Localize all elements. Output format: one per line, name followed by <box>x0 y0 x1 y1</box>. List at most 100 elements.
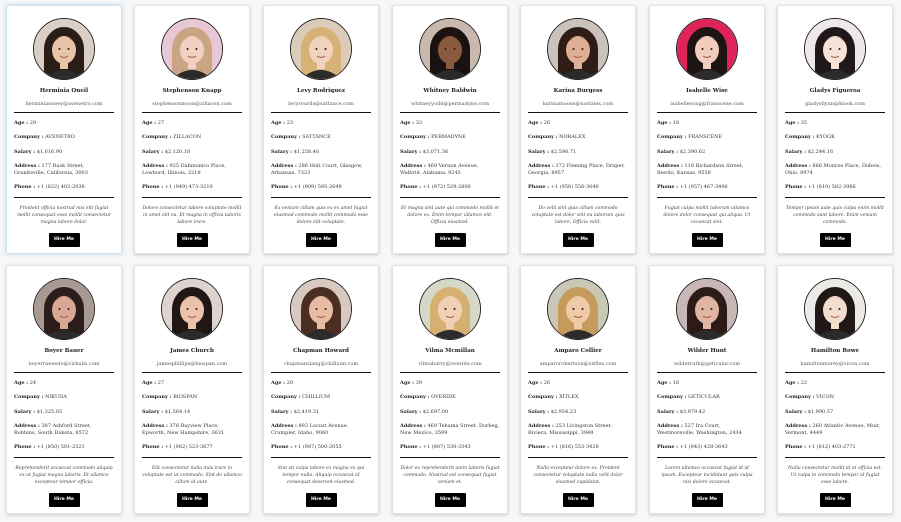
salary-row: Salary : $1,564.14 <box>142 409 242 416</box>
company-row: Company : GETICULAR <box>657 394 757 401</box>
hire-me-button[interactable]: Hire Me <box>48 232 80 247</box>
hire-me-button[interactable]: Hire Me <box>48 492 80 507</box>
profile-email[interactable]: isabellesong@franscene.com <box>657 101 757 107</box>
age-row: Age : 18 <box>657 380 757 387</box>
age-row: Age : 35 <box>785 120 885 127</box>
age-label: Age : <box>142 380 157 386</box>
profile-email[interactable]: hamiltonmorey@vicon.com <box>785 361 885 367</box>
profile-email[interactable]: wilderruth@geticular.com <box>657 361 757 367</box>
phone-row: Phone : +1 (807) 530-3343 <box>400 444 500 451</box>
divider <box>657 372 757 373</box>
hire-me-button[interactable]: Hire Me <box>434 492 466 507</box>
hire-me-button[interactable]: Hire Me <box>305 232 337 247</box>
salary-label: Salary : <box>400 148 422 155</box>
hire-me-button[interactable]: Hire Me <box>819 232 851 247</box>
profile-email[interactable]: herminiaoneey@avenetro.com <box>14 101 114 107</box>
divider <box>271 112 371 113</box>
phone-row: Phone : +1 (982) 523-3677 <box>142 444 242 451</box>
hire-me-button[interactable]: Hire Me <box>562 232 594 247</box>
salary-row: Salary : $2,244.16 <box>785 149 885 156</box>
hire-me-button[interactable]: Hire Me <box>819 492 851 507</box>
hire-me-button[interactable]: Hire Me <box>691 492 723 507</box>
company-row: Company : ZILLACON <box>142 134 242 141</box>
company-row: Company : NORALEX <box>528 134 628 141</box>
address-row: Address : 469 Tehama Street, Dorbeg, New… <box>400 423 500 438</box>
phone-row: Phone : +1 (972) 529-2800 <box>400 184 500 191</box>
address-label: Address : <box>528 162 554 169</box>
age-row: Age : 24 <box>14 380 114 387</box>
profile-name: Boyer Bauer <box>44 348 84 354</box>
profile-card-isabelle-wise: Isabelle Wise isabellesong@franscene.com… <box>649 5 765 254</box>
divider <box>657 196 757 198</box>
salary-row: Salary : $2,419.31 <box>271 409 371 416</box>
hire-me-button[interactable]: Hire Me <box>176 492 208 507</box>
profile-email[interactable]: jamesphillips@biospan.com <box>142 361 242 367</box>
profile-email[interactable]: amparorobertson@xitflex.com <box>528 361 628 367</box>
company-value: AVENETRO <box>45 134 75 141</box>
age-label: Age : <box>400 120 415 126</box>
salary-row: Salary : $2,697.00 <box>400 409 500 416</box>
hire-me-button[interactable]: Hire Me <box>691 232 723 247</box>
profile-card-boyer-bauer: Boyer Bauer boyerraneedo@cirkulls.com Ag… <box>6 265 122 514</box>
profile-email[interactable]: karinamoons@norlalex.com <box>528 101 628 107</box>
salary-label: Salary : <box>785 408 807 415</box>
company-label: Company : <box>271 394 301 401</box>
profile-email[interactable]: whitneyyodd@permadyne.com <box>400 101 500 107</box>
age-value: 35 <box>800 120 808 126</box>
avatar <box>804 18 866 80</box>
hire-me-button[interactable]: Hire Me <box>305 492 337 507</box>
hire-me-button[interactable]: Hire Me <box>434 232 466 247</box>
profile-email[interactable]: gladysflynn@klook.com <box>785 101 885 107</box>
salary-row: Salary : $2,120.18 <box>142 149 242 156</box>
age-label: Age : <box>271 380 286 386</box>
profile-card-grid: Herminia Oneil herminiaoneey@avenetro.co… <box>0 0 901 522</box>
company-label: Company : <box>785 394 815 401</box>
divider <box>785 112 885 113</box>
avatar <box>290 18 352 80</box>
divider <box>14 112 114 113</box>
salary-value: $2,598.71 <box>550 148 577 155</box>
phone-value: +1 (850) 501-2321 <box>36 444 85 451</box>
profile-email[interactable]: chapmanslang@chillium.com <box>271 361 371 367</box>
profile-email[interactable]: vilmabarry@overide.com <box>400 361 500 367</box>
company-row: Company : SATTANCE <box>271 134 371 141</box>
company-row: Company : OVERIDE <box>400 394 500 401</box>
profile-bio: Reprehenderit occaecat commodo aliquip e… <box>15 465 113 485</box>
salary-label: Salary : <box>271 148 293 155</box>
profile-email[interactable]: stephensonmoon@zillacon.com <box>142 101 242 107</box>
profile-email[interactable]: boyerraneedo@cirkulls.com <box>14 361 114 367</box>
divider <box>785 196 885 198</box>
divider <box>785 372 885 373</box>
hire-me-button[interactable]: Hire Me <box>176 232 208 247</box>
profile-bio: Dolore consectetur labore voluptate moll… <box>142 205 242 225</box>
company-row: Company : PERMADYNE <box>400 134 500 141</box>
phone-row: Phone : +1 (958) 556-3040 <box>528 184 628 191</box>
address-label: Address : <box>785 422 811 429</box>
salary-row: Salary : $2,390.62 <box>657 149 757 156</box>
avatar <box>161 18 223 80</box>
salary-value: $2,390.62 <box>679 148 706 155</box>
profile-bio: Tempor ipsum aute quis culpa enim mollit… <box>785 205 885 225</box>
company-value: SATTANCE <box>302 134 331 141</box>
profile-email[interactable]: levyrourds@sattance.com <box>271 101 371 107</box>
salary-value: $2,954.23 <box>550 408 577 415</box>
phone-value: +1 (807) 530-3343 <box>422 444 471 451</box>
phone-value: +1 (909) 595-2649 <box>293 184 342 191</box>
age-row: Age : 23 <box>271 120 371 127</box>
hire-me-button[interactable]: Hire Me <box>562 492 594 507</box>
company-label: Company : <box>400 394 430 401</box>
address-row: Address : 666 Monroe Place, Dubois, Ohio… <box>785 163 885 178</box>
salary-row: Salary : $1,616.90 <box>14 149 114 156</box>
salary-label: Salary : <box>785 148 807 155</box>
phone-value: +1 (958) 556-3040 <box>550 184 599 191</box>
profile-bio: Et magna sint aute qui commodo mollit et… <box>401 205 499 225</box>
salary-value: $2,244.16 <box>807 148 834 155</box>
profile-card-amparo-collier: Amparo Collier amparorobertson@xitflex.c… <box>520 265 636 514</box>
age-value: 22 <box>800 380 808 386</box>
profile-card-vilma-mcmillan: Vilma Mcmillan vilmabarry@overide.com Ag… <box>392 265 508 514</box>
salary-value: $1,325.05 <box>36 408 63 415</box>
age-label: Age : <box>14 120 29 126</box>
address-label: Address : <box>14 162 40 169</box>
divider <box>142 112 242 113</box>
salary-value: $3,071.36 <box>422 148 449 155</box>
